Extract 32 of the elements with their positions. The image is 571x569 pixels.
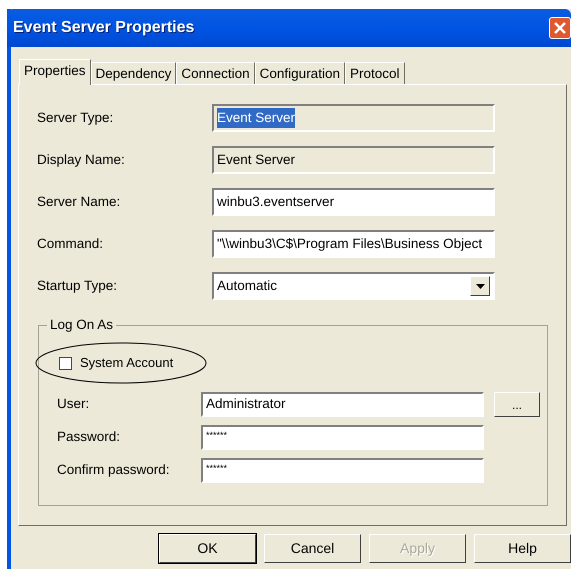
password-field[interactable]: ******: [201, 425, 484, 450]
field-label: Confirm password:: [57, 461, 171, 480]
password-field[interactable]: ******: [201, 458, 484, 483]
input-field[interactable]: winbu3.eventserver: [212, 188, 495, 216]
tab[interactable]: Properties: [19, 59, 91, 85]
input-field[interactable]: Event Server: [212, 104, 495, 132]
field-label: Display Name:: [37, 150, 126, 169]
browse-button[interactable]: ...: [494, 392, 540, 417]
dialog-button[interactable]: OK: [159, 534, 256, 563]
tab[interactable]: Dependency: [90, 62, 176, 84]
dropdown-arrow-icon: [476, 284, 484, 288]
input-field[interactable]: Administrator: [201, 392, 484, 417]
field-label: Startup Type:: [37, 276, 118, 295]
close-button[interactable]: [549, 17, 571, 39]
window-title: Event Server Properties: [13, 18, 194, 38]
tab[interactable]: Connection: [176, 62, 255, 84]
dialog-button[interactable]: Cancel: [264, 534, 361, 563]
field-label: Password:: [57, 428, 122, 446]
field-label: User:: [57, 395, 90, 414]
field-label: Command:: [37, 234, 104, 253]
field-label: Server Type:: [37, 108, 114, 127]
tab[interactable]: Protocol: [344, 62, 404, 84]
dialog-button[interactable]: Help: [474, 534, 571, 563]
field-label: Server Name:: [37, 192, 122, 211]
input-field[interactable]: Event Server: [212, 146, 495, 174]
close-icon: [553, 21, 567, 35]
checkbox[interactable]: [59, 356, 72, 370]
tab[interactable]: Configuration: [254, 62, 345, 84]
group-title: Log On As: [47, 317, 116, 333]
checkbox-label[interactable]: System Account: [80, 353, 174, 373]
input-field[interactable]: "\\winbu3\C$\Program Files\Business Object: [212, 230, 495, 258]
dropdown[interactable]: Automatic: [212, 272, 495, 300]
